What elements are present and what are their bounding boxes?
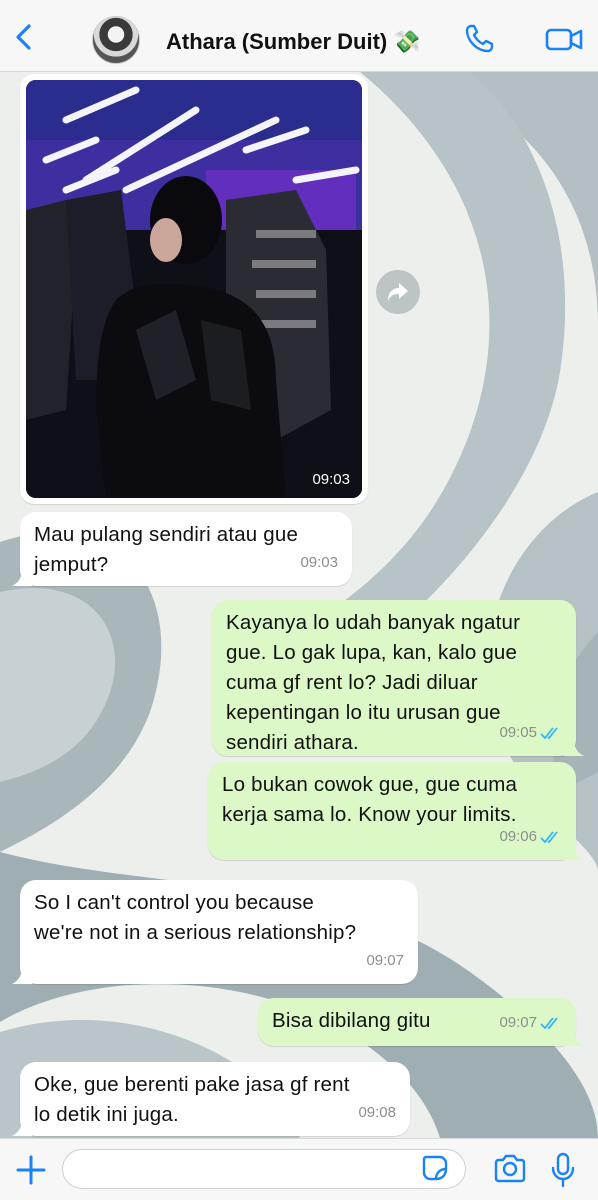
message-meta: 09:07 (366, 946, 404, 976)
message-text: Mau pulang sendiri atau gue (34, 523, 299, 546)
club-photo-illustration (26, 80, 362, 498)
message-meta: 09:06 (499, 822, 562, 852)
outgoing-message[interactable]: Bisa dibilang gitu 09:07 (258, 998, 584, 1046)
bubble-tail (12, 1118, 32, 1136)
message-text: cuma gf rent lo? Jadi diluar (226, 671, 478, 694)
bubble-tail (564, 1028, 584, 1046)
bubble-tail (12, 966, 32, 984)
bubble-tail (12, 568, 32, 586)
message-input[interactable] (62, 1149, 466, 1189)
forward-button[interactable] (376, 270, 420, 314)
message-time: 09:07 (499, 1014, 537, 1031)
read-ticks-icon (540, 727, 558, 740)
message-time: 09:06 (499, 828, 537, 845)
message-time: 09:08 (358, 1104, 396, 1121)
message-text: Kayanya lo udah banyak ngatur (226, 611, 521, 634)
bubble-tail (564, 842, 584, 860)
read-ticks-icon (540, 831, 558, 844)
back-chevron-icon[interactable] (10, 22, 40, 52)
message-text: Lo bukan cowok gue, gue cuma (222, 773, 518, 796)
message-meta: 09:07 (499, 1008, 562, 1038)
message-meta: 09:05 (499, 718, 562, 748)
message-meta: 09:08 (358, 1098, 396, 1128)
message-text: Oke, gue berenti pake jasa gf rent (34, 1073, 350, 1096)
composer-bar (0, 1138, 598, 1200)
phone-icon[interactable] (462, 22, 496, 56)
incoming-message[interactable]: So I can't control you because we're not… (12, 880, 418, 984)
chat-header: Athara (Sumber Duit) 💸 (0, 0, 598, 72)
contact-name[interactable]: Athara (Sumber Duit) 💸 (166, 29, 421, 55)
sticker-icon[interactable] (420, 1153, 450, 1183)
message-time: 09:03 (300, 554, 338, 571)
message-text: So I can't control you because (34, 891, 314, 914)
camera-icon[interactable] (492, 1152, 528, 1186)
photo-thumbnail[interactable]: 09:03 (26, 80, 362, 498)
image-message[interactable]: 09:03 (20, 74, 368, 504)
video-camera-icon[interactable] (544, 22, 584, 56)
message-meta: 09:03 (300, 548, 338, 578)
message-time: 09:05 (499, 724, 537, 741)
message-text: lo detik ini juga. (34, 1103, 179, 1126)
outgoing-message[interactable]: Lo bukan cowok gue, gue cuma kerja sama … (208, 762, 584, 860)
read-ticks-icon (540, 1017, 558, 1030)
incoming-message[interactable]: Mau pulang sendiri atau gue jemput? 09:0… (12, 512, 352, 586)
avatar[interactable] (92, 16, 140, 64)
outgoing-message[interactable]: Kayanya lo udah banyak ngatur gue. Lo ga… (212, 600, 584, 756)
message-text: we're not in a serious relationship? (34, 921, 357, 944)
message-text: jemput? (34, 553, 109, 576)
forward-arrow-icon (388, 283, 408, 301)
plus-icon[interactable] (14, 1153, 48, 1187)
message-text: gue. Lo gak lupa, kan, kalo gue (226, 641, 518, 664)
message-time: 09:07 (366, 952, 404, 969)
microphone-icon[interactable] (548, 1151, 578, 1189)
bubble-tail (564, 738, 584, 756)
incoming-message[interactable]: Oke, gue berenti pake jasa gf rent lo de… (12, 1062, 410, 1136)
message-time: 09:03 (312, 471, 350, 488)
